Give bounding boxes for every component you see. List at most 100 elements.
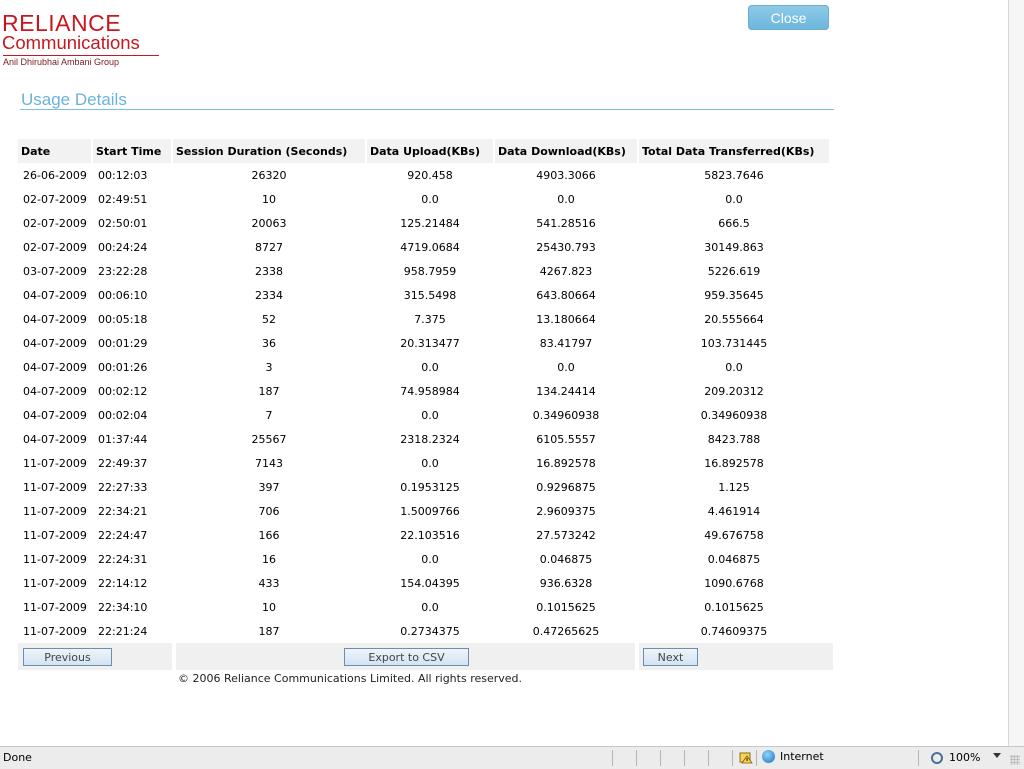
security-zone[interactable]: Internet [762, 750, 824, 763]
protected-mode-icon[interactable] [739, 750, 753, 764]
cell-data-download: 16.892578 [536, 456, 596, 470]
browser-status-bar: Done Internet 100% [0, 746, 1024, 769]
cell-session-duration: 3 [265, 360, 273, 374]
cell-start-time: 00:02:12 [98, 384, 148, 398]
header-start-time: Start Time [93, 139, 171, 163]
table-row: 02-07-2009 02:50:01 20063 125.21484 541.2851… [18, 211, 829, 235]
cell-date: 04-07-2009 [23, 360, 87, 374]
cell-session-duration: 2334 [255, 288, 283, 302]
cell-data-download: 4267.823 [539, 264, 593, 278]
cell-total-transferred: 8423.788 [707, 432, 761, 446]
cell-start-time: 00:12:03 [98, 168, 148, 182]
cell-date: 04-07-2009 [23, 408, 87, 422]
cell-date: 11-07-2009 [23, 504, 87, 518]
cell-date: 02-07-2009 [23, 240, 87, 254]
status-separator [756, 750, 757, 766]
cell-data-upload: 7.375 [414, 312, 446, 326]
cell-data-upload: 0.0 [421, 600, 439, 614]
export-csv-button[interactable]: Export to CSV [344, 648, 469, 666]
cell-session-duration: 706 [258, 504, 280, 518]
status-separator [636, 750, 637, 766]
cell-date: 04-07-2009 [23, 336, 87, 350]
cell-total-transferred: 4.461914 [707, 504, 761, 518]
vertical-scrollbar[interactable] [1008, 0, 1024, 746]
cell-start-time: 22:24:47 [98, 528, 148, 542]
cell-data-download: 13.180664 [536, 312, 596, 326]
cell-data-upload: 0.0 [421, 456, 439, 470]
reliance-logo: RELIANCE Communications Anil Dhirubhai A… [2, 10, 162, 70]
cell-total-transferred: 0.0 [725, 192, 743, 206]
cell-start-time: 00:06:10 [98, 288, 148, 302]
cell-date: 02-07-2009 [23, 216, 87, 230]
magnifier-icon [931, 751, 943, 764]
cell-session-duration: 52 [262, 312, 276, 326]
cell-session-duration: 20063 [251, 216, 287, 230]
resize-grip-icon[interactable] [1010, 755, 1020, 765]
pager-bar: Previous Export to CSV Next [18, 643, 833, 670]
table-row: 03-07-2009 23:22:28 2338 958.7959 4267.823 52… [18, 259, 829, 283]
zoom-control[interactable]: 100% [931, 751, 980, 764]
cell-start-time: 02:49:51 [98, 192, 148, 206]
cell-data-upload: 22.103516 [400, 528, 460, 542]
cell-date: 11-07-2009 [23, 576, 87, 590]
zoom-level: 100% [949, 751, 981, 764]
cell-date: 03-07-2009 [23, 264, 87, 278]
status-separator [708, 750, 709, 766]
table-row: 04-07-2009 00:02:04 7 0.0 0.34960938 0.349609… [18, 403, 829, 427]
cell-data-upload: 1.5009766 [400, 504, 460, 518]
cell-total-transferred: 666.5 [718, 216, 750, 230]
cell-data-download: 134.24414 [536, 384, 596, 398]
cell-data-download: 25430.793 [536, 240, 596, 254]
next-button[interactable]: Next [643, 648, 698, 666]
cell-session-duration: 187 [258, 624, 280, 638]
cell-total-transferred: 1.125 [718, 480, 750, 494]
cell-session-duration: 26320 [251, 168, 287, 182]
logo-rule [3, 55, 159, 56]
header-total-transferred: Total Data Transferred(KBs) [639, 139, 829, 163]
cell-data-upload: 0.2734375 [400, 624, 460, 638]
table-row: 02-07-2009 02:49:51 10 0.0 0.0 0.0 [18, 187, 829, 211]
cell-data-download: 27.573242 [536, 528, 596, 542]
cell-session-duration: 10 [262, 192, 276, 206]
cell-data-upload: 920.458 [407, 168, 453, 182]
cell-start-time: 22:14:12 [98, 576, 148, 590]
cell-start-time: 22:49:37 [98, 456, 148, 470]
cell-total-transferred: 5823.7646 [704, 168, 764, 182]
cell-start-time: 22:27:33 [98, 480, 148, 494]
table-header-row: Date Start Time Session Duration (Second… [18, 139, 829, 163]
cell-data-download: 4903.3066 [536, 168, 596, 182]
cell-session-duration: 25567 [251, 432, 287, 446]
cell-start-time: 00:05:18 [98, 312, 148, 326]
previous-button[interactable]: Previous [23, 648, 112, 666]
cell-start-time: 00:01:26 [98, 360, 148, 374]
cell-data-download: 0.046875 [539, 552, 593, 566]
table-row: 11-07-2009 22:49:37 7143 0.0 16.892578 16.892… [18, 451, 829, 475]
cell-data-download: 643.80664 [536, 288, 596, 302]
zone-label: Internet [780, 750, 824, 763]
table-row: 11-07-2009 22:24:31 16 0.0 0.046875 0.046875 [18, 547, 829, 571]
close-button[interactable]: Close [748, 5, 829, 30]
table-row: 04-07-2009 00:01:29 36 20.313477 83.41797 103… [18, 331, 829, 355]
cell-data-upload: 2318.2324 [400, 432, 460, 446]
cell-data-download: 2.9609375 [536, 504, 596, 518]
cell-start-time: 00:01:29 [98, 336, 148, 350]
chevron-down-icon[interactable] [993, 753, 1001, 758]
cell-session-duration: 433 [258, 576, 280, 590]
cell-session-duration: 10 [262, 600, 276, 614]
title-divider [20, 109, 834, 110]
cell-date: 04-07-2009 [23, 432, 87, 446]
table-row: 11-07-2009 22:27:33 397 0.1953125 0.9296875 1… [18, 475, 829, 499]
cell-total-transferred: 16.892578 [704, 456, 764, 470]
cell-session-duration: 397 [258, 480, 280, 494]
cell-start-time: 23:22:28 [98, 264, 148, 278]
cell-data-download: 0.47265625 [532, 624, 600, 638]
cell-start-time: 02:50:01 [98, 216, 148, 230]
cell-start-time: 22:24:31 [98, 552, 148, 566]
cell-data-upload: 0.0 [421, 192, 439, 206]
cell-date: 11-07-2009 [23, 600, 87, 614]
table-row: 04-07-2009 00:05:18 52 7.375 13.180664 20.555… [18, 307, 829, 331]
cell-total-transferred: 0.1015625 [704, 600, 764, 614]
cell-data-download: 0.0 [557, 360, 575, 374]
table-row: 04-07-2009 01:37:44 25567 2318.2324 6105.555… [18, 427, 829, 451]
cell-total-transferred: 103.731445 [700, 336, 768, 350]
